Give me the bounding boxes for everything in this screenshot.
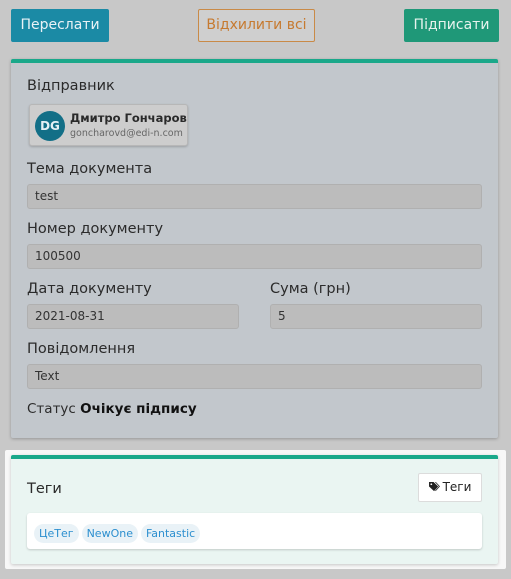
tag-icon bbox=[428, 474, 440, 501]
tags-button-label: Теги bbox=[442, 480, 472, 494]
forward-button[interactable]: Переслати bbox=[11, 9, 109, 42]
amount-label: Сума (грн) bbox=[270, 281, 351, 297]
sender-name: Дмитро Гончаров bbox=[70, 111, 187, 125]
status-line: Статус Очікує підпису bbox=[27, 401, 197, 417]
tag-chip[interactable]: NewOne bbox=[81, 524, 138, 543]
tags-card: Теги Теги ЦеТег NewOne Fantastic bbox=[11, 455, 498, 564]
reject-all-button[interactable]: Відхилити всі bbox=[198, 9, 315, 42]
date-label: Дата документу bbox=[27, 281, 152, 297]
status-badge: Очікує підпису bbox=[80, 401, 197, 417]
amount-field[interactable]: 5 bbox=[270, 304, 482, 329]
document-card: Відправник DG Дмитро Гончаров goncharovd… bbox=[11, 59, 498, 438]
date-field[interactable]: 2021-08-31 bbox=[27, 304, 239, 329]
tag-chip[interactable]: Fantastic bbox=[140, 524, 201, 543]
sender-email: goncharovd@edi-n.com bbox=[70, 128, 183, 139]
tags-list: ЦеТег NewOne Fantastic bbox=[27, 513, 482, 549]
tag-chip[interactable]: ЦеТег bbox=[34, 524, 79, 543]
avatar: DG bbox=[35, 111, 65, 141]
sender-chip[interactable]: DG Дмитро Гончаров goncharovd@edi-n.com bbox=[29, 104, 188, 146]
subject-field[interactable]: test bbox=[27, 184, 482, 209]
sender-label: Відправник bbox=[27, 78, 115, 94]
number-field[interactable]: 100500 bbox=[27, 244, 482, 269]
number-label: Номер документу bbox=[27, 221, 164, 237]
action-toolbar: Переслати Відхилити всі Підписати bbox=[0, 0, 511, 52]
status-label: Статус bbox=[27, 401, 76, 417]
subject-label: Тема документа bbox=[27, 161, 153, 177]
sign-button[interactable]: Підписати bbox=[404, 9, 499, 42]
tags-title: Теги bbox=[27, 481, 62, 497]
message-label: Повідомлення bbox=[27, 341, 136, 357]
tags-button[interactable]: Теги bbox=[418, 473, 482, 502]
message-field[interactable]: Text bbox=[27, 364, 482, 389]
